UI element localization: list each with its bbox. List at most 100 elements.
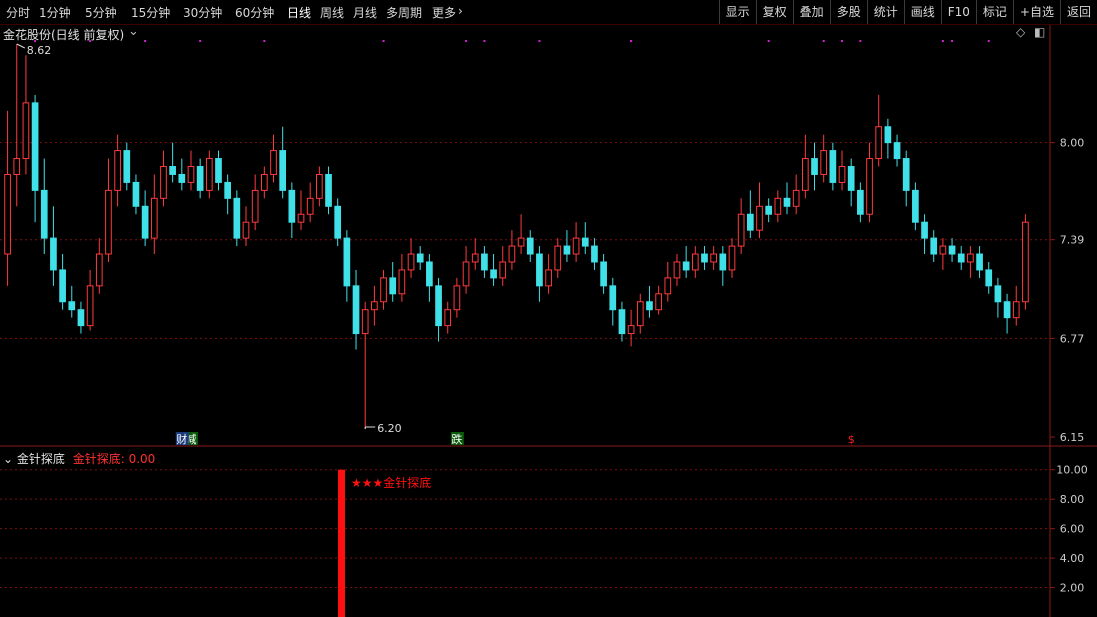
candle-body <box>325 173 332 207</box>
candle-body <box>517 237 525 247</box>
candle-body <box>536 253 543 287</box>
candle-body <box>884 126 892 144</box>
candle-body <box>77 309 85 327</box>
candle-body <box>224 181 231 199</box>
candle-body <box>746 213 754 231</box>
candle-body <box>857 189 864 215</box>
indicator-tick-label: 8.00 <box>1060 493 1085 506</box>
candle-body <box>756 205 763 231</box>
candle-body <box>939 245 947 255</box>
candle-body <box>811 158 818 175</box>
candle-body <box>554 245 562 271</box>
y-tick-label: 7.39 <box>1060 234 1085 247</box>
candle-body <box>150 197 158 239</box>
candle-body <box>169 166 176 175</box>
candle-body <box>215 158 222 183</box>
candle-body <box>371 301 378 311</box>
candle-body <box>95 253 103 287</box>
candle-body <box>68 301 76 311</box>
candle-body <box>105 189 112 255</box>
candle-body <box>196 166 204 191</box>
candle-body <box>783 197 791 207</box>
indicator-name: 金针探底 <box>16 452 65 466</box>
indicator-tick-label: 2.00 <box>1060 582 1085 595</box>
candle-body <box>774 197 782 215</box>
candle-body <box>985 269 993 287</box>
candle-body <box>499 261 507 279</box>
event-dot <box>987 40 990 42</box>
candle-body <box>609 285 617 311</box>
event-dot <box>822 40 825 42</box>
candle-body <box>4 173 11 255</box>
indicator-tick-label: 10.00 <box>1056 464 1088 477</box>
candle-body <box>701 253 708 263</box>
candle-body <box>627 325 635 335</box>
indicator-panel-header: ⌄ 金针探底 金针探底: 0.00 <box>3 450 155 467</box>
candle-body <box>352 285 360 335</box>
candle-body <box>435 285 442 327</box>
candle-body <box>792 189 800 207</box>
event-dot <box>538 40 541 42</box>
candle-body <box>563 245 571 255</box>
candle-body <box>902 158 910 191</box>
candle-body <box>930 237 938 255</box>
candle-body <box>673 261 681 279</box>
low-price-label: 6.20 <box>377 422 402 435</box>
event-dot <box>144 40 147 42</box>
event-dot <box>859 40 862 42</box>
candle-body <box>1022 221 1029 303</box>
title-dropdown-icon[interactable]: ⌄ <box>128 24 139 39</box>
event-marker-2: $ <box>848 433 855 446</box>
candle-body <box>710 253 717 263</box>
candle-body <box>618 309 626 335</box>
candle-body <box>508 245 516 263</box>
candle-body <box>205 158 213 191</box>
event-dot <box>951 40 954 42</box>
candle-body <box>875 126 883 160</box>
candle-body <box>591 245 598 263</box>
candle-body <box>288 189 296 223</box>
panel-toggle-icon[interactable]: ◧ <box>1034 25 1045 39</box>
candle-body <box>343 237 351 287</box>
candle-body <box>471 253 479 263</box>
indicator-tick-label: 4.00 <box>1060 552 1085 565</box>
high-pointer <box>16 43 25 49</box>
candle-body <box>114 150 121 191</box>
candle-body <box>728 245 736 271</box>
event-dot <box>483 40 486 42</box>
diamond-icon[interactable]: ◇ <box>1016 25 1025 39</box>
candle-body <box>242 221 250 239</box>
candle-body <box>893 142 901 160</box>
indicator-tick-label: 6.00 <box>1060 523 1085 536</box>
candle-body <box>22 102 30 160</box>
candle-body <box>132 181 140 207</box>
candle-body <box>389 277 397 295</box>
signal-text: ★★★金针探底 <box>351 475 431 490</box>
candle-body <box>316 173 323 199</box>
candle-body <box>13 158 21 175</box>
stock-title: 金花股份(日线 前复权) <box>3 28 125 42</box>
candle-body <box>306 197 314 215</box>
candle-body <box>490 269 497 279</box>
candle-body <box>426 261 433 287</box>
candle-body <box>187 166 195 183</box>
candle-body <box>545 269 552 287</box>
candle-body <box>691 253 699 271</box>
candle-body <box>957 253 965 263</box>
candle-body <box>581 237 589 247</box>
candle-body <box>600 261 607 287</box>
candle-body <box>1012 301 1020 319</box>
y-tick-label: 6.77 <box>1060 332 1085 345</box>
candle-body <box>655 293 662 311</box>
event-dot <box>841 40 844 42</box>
candle-body <box>765 205 773 215</box>
candle-body <box>921 221 928 239</box>
indicator-value: 金针探底: 0.00 <box>72 452 156 466</box>
indicator-dropdown-icon[interactable]: ⌄ <box>3 452 13 466</box>
signal-bar <box>338 469 345 617</box>
event-dot <box>263 40 266 42</box>
candle-body <box>398 269 406 295</box>
candle-body <box>481 253 488 271</box>
candle-body <box>297 213 305 223</box>
candle-body <box>86 285 94 327</box>
